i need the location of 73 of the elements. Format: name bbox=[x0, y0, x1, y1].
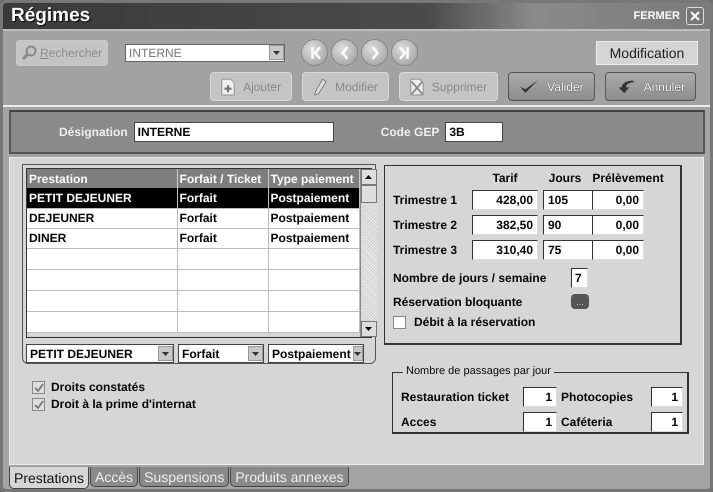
column-header: Jours bbox=[548, 171, 582, 185]
scroll-down-icon[interactable] bbox=[360, 321, 376, 337]
debit-checkbox[interactable] bbox=[393, 316, 406, 328]
table-cell: Forfait bbox=[177, 188, 268, 208]
column-header: Tarif bbox=[491, 171, 519, 185]
column-header[interactable]: Type paiement bbox=[268, 169, 359, 188]
checkbox-label: Droit à la prime d'internat bbox=[51, 397, 196, 411]
checkbox[interactable] bbox=[32, 380, 45, 394]
table-cell: DEJEUNER bbox=[27, 208, 177, 228]
column-header: Prélèvement bbox=[592, 171, 664, 185]
add-icon bbox=[221, 78, 236, 96]
code-label: Code GEP bbox=[380, 125, 440, 139]
record-dropdown[interactable]: INTERNE bbox=[125, 44, 285, 62]
table-cell: DINER bbox=[27, 228, 177, 248]
quarter-label: Trimestre 2 bbox=[393, 218, 458, 232]
checkmark-icon bbox=[519, 79, 540, 94]
table-cell: Postpaiement bbox=[268, 228, 359, 248]
passage-label: Acces bbox=[401, 414, 438, 428]
days-field[interactable]: 105 bbox=[543, 190, 593, 210]
days-per-week-field[interactable]: 7 bbox=[571, 268, 588, 288]
table-cell: Postpaiement bbox=[268, 188, 359, 208]
passage-label: Restauration ticket bbox=[401, 390, 510, 404]
mode-indicator: Modification bbox=[596, 40, 698, 64]
code-field[interactable]: 3B bbox=[445, 122, 504, 142]
table-cell: Postpaiement bbox=[268, 208, 359, 228]
delete-icon bbox=[410, 78, 424, 96]
column-header[interactable]: Forfait / Ticket bbox=[177, 169, 268, 188]
cell-dropdown[interactable]: PETIT DEJEUNER bbox=[26, 344, 174, 363]
days-field[interactable]: 90 bbox=[543, 215, 593, 235]
group-title: Nombre de passages par jour bbox=[403, 365, 554, 377]
quarter-label: Trimestre 3 bbox=[393, 243, 458, 257]
table-cell: PETIT DEJEUNER bbox=[27, 188, 177, 208]
window-title: Régimes bbox=[11, 5, 92, 27]
debit-label: Débit à la réservation bbox=[414, 315, 536, 329]
scroll-up-icon[interactable] bbox=[360, 169, 376, 185]
checkbox-label: Droits constatés bbox=[51, 380, 146, 394]
cell-dropdown[interactable]: Postpaiement bbox=[268, 344, 364, 363]
search-icon bbox=[21, 44, 37, 60]
designation-label: Désignation bbox=[59, 125, 128, 139]
passage-field[interactable]: 1 bbox=[651, 412, 683, 432]
scrollbar[interactable] bbox=[360, 169, 376, 337]
passage-field[interactable]: 1 bbox=[523, 386, 557, 406]
close-label: FERMER bbox=[634, 10, 680, 22]
deduction-field[interactable]: 0,00 bbox=[592, 215, 644, 235]
cell-dropdown[interactable]: Forfait bbox=[178, 344, 264, 363]
days-field[interactable]: 75 bbox=[543, 240, 593, 260]
table-cell: Forfait bbox=[177, 208, 268, 228]
blocking-reservation-label: Réservation bloquante bbox=[393, 294, 524, 308]
deduction-field[interactable]: 0,00 bbox=[592, 240, 644, 260]
passage-label: Caféteria bbox=[561, 414, 614, 428]
checkbox[interactable] bbox=[32, 398, 45, 410]
previous-icon[interactable] bbox=[331, 39, 358, 66]
scrollbar-thumb[interactable] bbox=[360, 185, 376, 203]
next-icon[interactable] bbox=[361, 39, 388, 66]
pencil-icon bbox=[313, 78, 328, 96]
blocking-reservation-button[interactable]: ... bbox=[571, 294, 589, 309]
close-button[interactable] bbox=[686, 7, 704, 25]
days-per-week-label: Nombre de jours / semaine bbox=[393, 271, 548, 285]
rate-field[interactable]: 310,40 bbox=[472, 240, 538, 260]
passage-label: Photocopies bbox=[561, 390, 634, 404]
tab[interactable]: Prestations bbox=[9, 467, 90, 489]
last-record-icon[interactable] bbox=[391, 39, 418, 66]
column-header[interactable]: Prestation bbox=[27, 169, 177, 188]
first-record-icon[interactable] bbox=[301, 39, 328, 66]
designation-field[interactable]: INTERNE bbox=[134, 122, 334, 142]
table-cell: Forfait bbox=[177, 228, 268, 248]
passage-field[interactable]: 1 bbox=[523, 412, 557, 432]
close-icon bbox=[690, 11, 700, 21]
rate-field[interactable]: 382,50 bbox=[472, 215, 538, 235]
rate-field[interactable]: 428,00 bbox=[472, 190, 538, 210]
passage-field[interactable]: 1 bbox=[651, 386, 683, 406]
deduction-field[interactable]: 0,00 bbox=[592, 190, 644, 210]
quarter-label: Trimestre 1 bbox=[393, 193, 458, 207]
